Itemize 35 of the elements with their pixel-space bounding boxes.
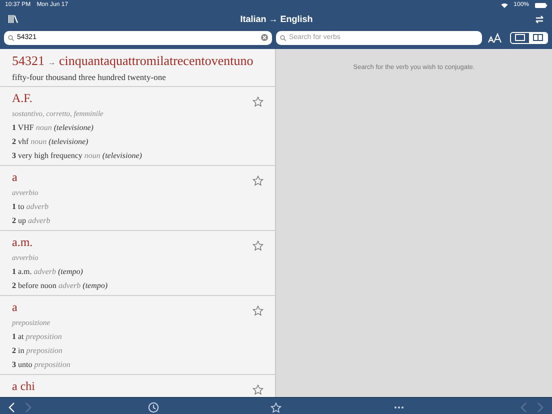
- translation-line: 1 at preposition: [12, 332, 63, 341]
- translation-line: 1 a.m. adverb (tempo): [12, 267, 84, 276]
- headword[interactable]: a: [12, 170, 263, 185]
- text-size-icon[interactable]: [488, 32, 502, 42]
- clear-icon[interactable]: [261, 34, 268, 41]
- translation-line: 3 unto preposition: [12, 360, 72, 369]
- more-button[interactable]: [394, 406, 404, 409]
- translation-line: 2 vhf noun (televisione): [12, 137, 90, 146]
- history-button[interactable]: [148, 402, 159, 414]
- number-translation: fifty-four thousand three hundred twenty-one: [12, 72, 167, 82]
- translation-line: 2 in preposition: [12, 346, 64, 355]
- star-icon[interactable]: [252, 384, 264, 396]
- search-icon: [280, 34, 286, 40]
- wifi-icon: [500, 2, 508, 8]
- number-result[interactable]: 54321 → cinquantaquattromilatrecentoventuno: [12, 53, 263, 69]
- headword[interactable]: A.F.: [12, 91, 263, 106]
- headword[interactable]: a chi: [12, 379, 263, 394]
- headword[interactable]: a: [12, 300, 263, 315]
- library-button[interactable]: [8, 15, 18, 23]
- headword[interactable]: a.m.: [12, 235, 263, 250]
- translation-line: 3 very high frequency noun (televisione): [12, 151, 143, 160]
- search-icon: [8, 34, 14, 40]
- split-view-button[interactable]: [529, 32, 547, 42]
- favorites-button[interactable]: [270, 402, 282, 414]
- star-icon[interactable]: [252, 240, 264, 252]
- translation-line: 2 before noon adverb (tempo): [12, 281, 109, 290]
- star-icon[interactable]: [252, 175, 264, 187]
- star-icon[interactable]: [252, 96, 264, 108]
- translation-line: 1 VHF noun (televisione): [12, 123, 94, 132]
- translation-line: 1 to adverb: [12, 202, 50, 211]
- window-title: Italian → English: [239, 14, 314, 24]
- translation-line: 2 up adverb: [12, 216, 52, 225]
- star-icon[interactable]: [252, 305, 264, 317]
- swap-languages-button[interactable]: [535, 14, 544, 24]
- battery-icon: [535, 2, 547, 8]
